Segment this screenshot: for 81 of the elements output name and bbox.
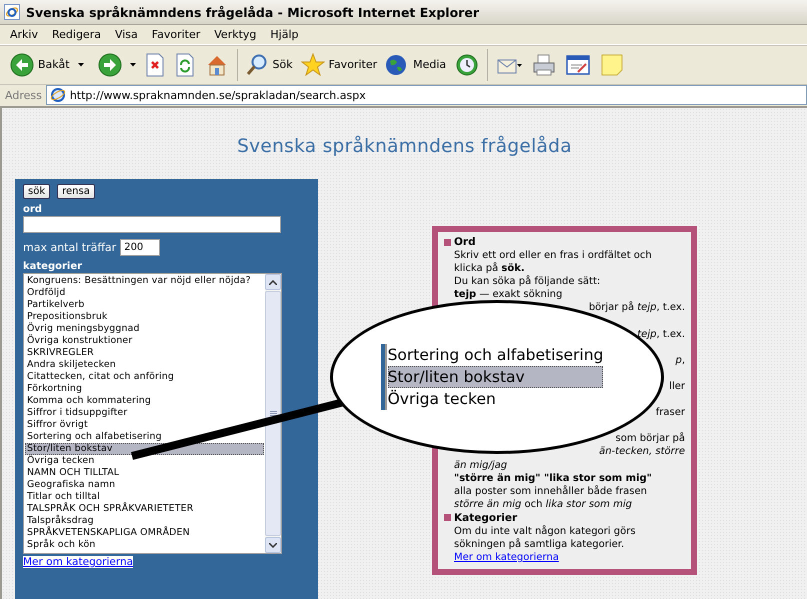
magnified-list-item: Sortering och alfabetisering — [388, 345, 604, 366]
bullet-icon — [444, 514, 451, 522]
address-label: Adress — [5, 88, 42, 102]
field-label: max antal träffar — [23, 241, 116, 254]
list-item[interactable]: Andra skiljetecken — [25, 359, 264, 371]
word-input-field[interactable] — [23, 216, 281, 233]
menu-item[interactable]: Arkiv — [3, 28, 45, 41]
list-item[interactable]: Övriga tecken — [25, 455, 264, 467]
list-item[interactable]: Förkortning — [25, 383, 264, 395]
magnified-list-item: Stor/liten bokstav — [388, 366, 604, 388]
search-button[interactable]: Sök — [240, 52, 297, 77]
favorites-button[interactable]: Favoriter — [296, 52, 382, 77]
dropdown-arrow-icon[interactable] — [78, 62, 84, 67]
help-text: alla poster som innehåller både frasen — [453, 484, 648, 498]
help-text: större än mig och lika stor som mig — [453, 498, 633, 511]
printer-icon[interactable] — [532, 52, 556, 77]
search-icon — [244, 52, 269, 77]
list-item[interactable]: SPRÅKVETENSKAPLIGA OMRÅDEN — [25, 527, 264, 539]
list-item[interactable]: SKRIVREGLER — [25, 347, 264, 359]
help-text: "större än mig" "lika stor som mig" — [453, 472, 653, 485]
field-label: kategorier — [23, 261, 82, 272]
list-item[interactable]: Övrig meningsbyggnad — [25, 323, 264, 335]
help-text: Skriv ett ord eller en fras i ordfältet och — [453, 249, 653, 262]
help-text: ller — [669, 380, 685, 394]
star-icon — [300, 52, 325, 77]
list-item[interactable]: Siffror i tidsuppgifter — [25, 407, 264, 419]
menu-item[interactable]: Favoriter — [144, 28, 208, 41]
help-text: fraser — [656, 406, 685, 420]
list-item[interactable]: Talspråksdrag — [25, 515, 264, 527]
form-button[interactable]: sök — [23, 184, 50, 199]
menu-item[interactable]: Visa — [108, 28, 145, 41]
browser-logo-icon — [4, 4, 20, 20]
help-text: sökningen på samtliga kategorier. — [453, 538, 626, 552]
edit-window-icon[interactable] — [566, 52, 590, 77]
list-item[interactable]: Prepositionsbruk — [25, 311, 264, 323]
categories-link[interactable]: Mer om kategorierna — [444, 551, 559, 564]
back-button[interactable]: Bakåt — [6, 52, 74, 77]
help-text: p, — [675, 354, 685, 367]
list-item[interactable]: Komma och kommatering — [25, 395, 264, 407]
scrollbar[interactable] — [265, 274, 281, 553]
list-item[interactable]: Geografiska namn — [25, 479, 264, 491]
menu-item[interactable]: Redigera — [44, 28, 108, 41]
list-item[interactable]: Ordföljd — [25, 287, 264, 299]
categories-link[interactable]: Mer om kategorierna — [23, 556, 134, 568]
menu-item[interactable]: Hjälp — [263, 28, 306, 41]
media-button[interactable]: Media — [381, 52, 450, 77]
list-item[interactable]: Citattecken, citat och anföring — [25, 371, 264, 383]
help-text: som börjar på — [616, 432, 685, 446]
dropdown-arrow-icon[interactable] — [130, 62, 136, 67]
help-text: Du kan söka på följande sätt: — [453, 275, 602, 288]
list-item[interactable]: Övriga konstruktioner — [25, 335, 264, 347]
list-item[interactable]: Språk och kön — [25, 539, 264, 551]
window-title: Svenska språknämndens frågelåda - Microsoft Internet Explorer — [26, 4, 479, 20]
help-text: tejp — exakt sökning — [453, 288, 564, 302]
category-listbox[interactable] — [23, 273, 282, 554]
list-item[interactable]: NAMN OCH TILLTAL — [25, 467, 264, 479]
bullet-icon — [444, 238, 451, 246]
section-heading: Ord — [454, 236, 476, 248]
list-item[interactable]: TALSPRÅK OCH SPRÅKVARIETETER — [25, 503, 264, 515]
menu-item[interactable]: Verktyg — [207, 28, 264, 41]
help-text: än-tecken, större — [599, 445, 685, 458]
list-item[interactable]: Siffror övrigt — [25, 419, 264, 431]
address-field[interactable]: http://www.spraknamnden.se/sprakladan/search.aspx — [46, 85, 807, 106]
list-item[interactable]: Partikelverb — [25, 299, 264, 311]
page-title: Svenska språknämndens frågelåda — [236, 136, 573, 159]
help-text: börjar på tejp, t.ex. — [588, 301, 685, 314]
max-hits-field[interactable]: 200 — [120, 239, 160, 256]
magnified-list-item: Övriga tecken — [388, 388, 497, 410]
list-item[interactable]: Kongruens: Besättningen var nöjd eller nöjda? — [25, 275, 264, 287]
grip-icon — [270, 410, 276, 416]
form-button[interactable]: rensa — [57, 184, 95, 199]
list-item[interactable]: Sortering och alfabetisering — [25, 431, 264, 443]
help-text: tejp, t.ex. — [637, 328, 685, 341]
section-heading: Kategorier — [454, 512, 518, 524]
stop-icon[interactable] — [144, 52, 165, 77]
help-text: Om du inte valt någon kategori görs — [453, 524, 637, 538]
field-label: ord — [23, 204, 42, 215]
refresh-icon[interactable] — [174, 52, 195, 77]
help-text: än mig/jag — [453, 458, 508, 472]
help-text: klicka på sök. — [453, 262, 526, 275]
list-item[interactable]: Titlar och tilltal — [25, 491, 264, 503]
